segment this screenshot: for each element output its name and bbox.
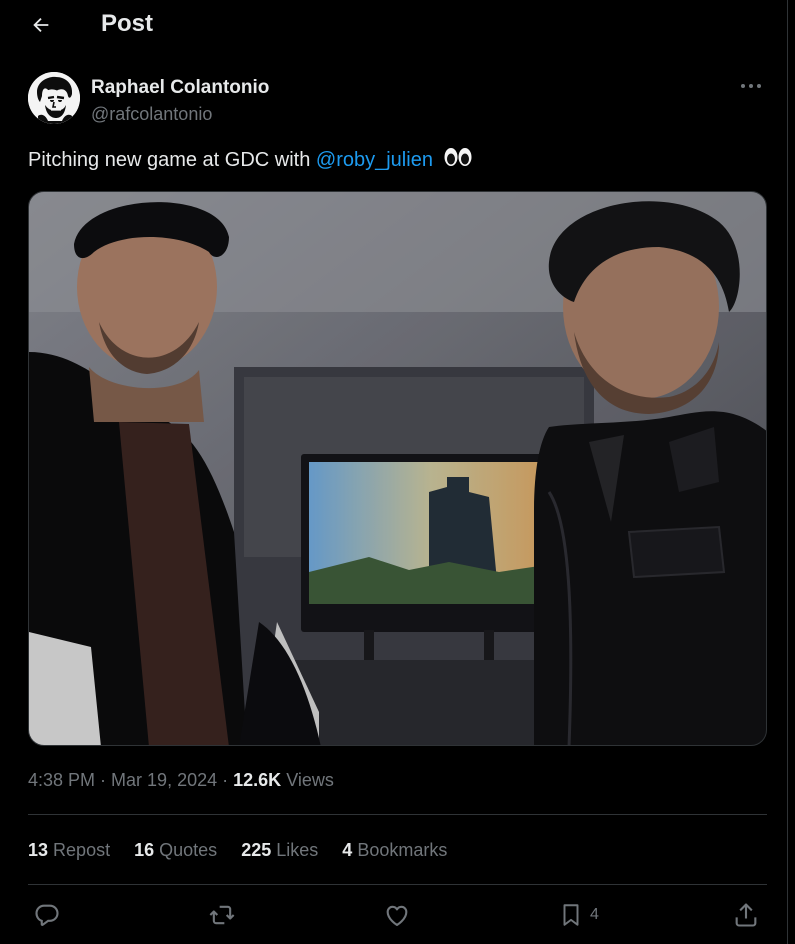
eyes-emoji xyxy=(443,146,473,176)
bookmarks-stat[interactable]: 4 Bookmarks xyxy=(342,835,447,865)
bookmark-button[interactable]: 4 xyxy=(558,897,599,933)
reply-icon xyxy=(35,904,59,926)
author-name[interactable]: Raphael Colantonio xyxy=(91,76,269,100)
reposts-count: 13 xyxy=(28,840,49,860)
author-handle[interactable]: @rafcolantonio xyxy=(91,102,212,126)
divider xyxy=(28,814,767,815)
post-meta: 4:38 PM · Mar 19, 2024 · 12.6K Views xyxy=(28,766,334,794)
quotes-count: 16 xyxy=(134,840,155,860)
divider xyxy=(28,884,767,885)
post-date[interactable]: Mar 19, 2024 xyxy=(111,770,217,790)
likes-stat[interactable]: 225 Likes xyxy=(241,835,318,865)
tweet-photo[interactable] xyxy=(28,191,767,746)
engagement-stats: 13 Repost 16 Quotes 225 Likes 4 Bookmark… xyxy=(28,835,471,865)
top-bar: Post xyxy=(0,0,788,50)
bookmarks-label: Bookmarks xyxy=(357,840,448,860)
post-column: Post Raphael Colantonio @rafcolantonio P… xyxy=(0,0,788,944)
reply-button[interactable] xyxy=(33,897,61,933)
back-button[interactable] xyxy=(24,9,58,41)
bookmark-icon xyxy=(563,904,579,926)
page-title: Post xyxy=(101,10,154,37)
likes-label: Likes xyxy=(276,840,319,860)
mention-link[interactable]: @roby_julien xyxy=(316,149,433,171)
repost-icon xyxy=(209,905,235,925)
arrow-left-icon xyxy=(33,17,49,33)
reposts-label: Repost xyxy=(53,840,111,860)
reposts-stat[interactable]: 13 Repost xyxy=(28,835,110,865)
bookmarks-count: 4 xyxy=(342,840,353,860)
quotes-stat[interactable]: 16 Quotes xyxy=(134,835,217,865)
bookmark-count: 4 xyxy=(590,906,599,923)
like-button[interactable] xyxy=(383,897,411,933)
likes-count: 225 xyxy=(241,840,272,860)
more-options-button[interactable] xyxy=(736,74,766,98)
views-count: 12.6K xyxy=(233,770,282,790)
tweet-text: Pitching new game at GDC with @roby_juli… xyxy=(28,145,473,176)
views-label: Views xyxy=(286,770,334,790)
meta-separator: · xyxy=(217,770,234,790)
avatar[interactable] xyxy=(28,72,80,124)
action-bar: 4 xyxy=(0,895,788,935)
repost-button[interactable] xyxy=(207,897,237,933)
post-time[interactable]: 4:38 PM xyxy=(28,770,95,790)
quotes-label: Quotes xyxy=(159,840,218,860)
meta-separator: · xyxy=(95,770,112,790)
tweet-text-body: Pitching new game at GDC with xyxy=(28,149,316,171)
more-dots-icon xyxy=(741,84,761,88)
share-button[interactable] xyxy=(732,897,760,933)
author-block: Raphael Colantonio @rafcolantonio xyxy=(28,72,768,128)
share-icon xyxy=(735,903,757,927)
heart-icon xyxy=(386,905,408,926)
